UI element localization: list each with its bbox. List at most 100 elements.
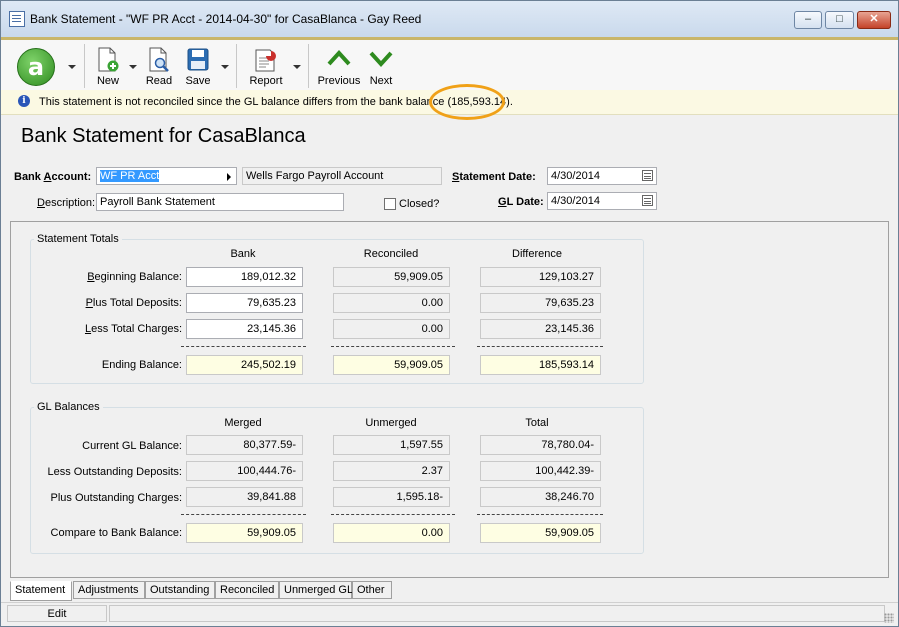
outstanding-deposits-total: 100,442.39- (480, 461, 601, 481)
statement-totals-title: Statement Totals (34, 233, 122, 245)
chevron-up-icon (327, 50, 351, 66)
ending-balance-difference: 185,593.14 (480, 355, 601, 375)
toolbar-separator (236, 44, 237, 88)
highlight-annotation-circle (429, 84, 505, 120)
info-icon: i (18, 95, 30, 107)
read-button[interactable]: Read (141, 44, 177, 90)
bank-account-value: WF PR Acct (100, 170, 160, 182)
bank-account-combo[interactable]: WF PR Acct (96, 167, 237, 185)
ending-balance-bank: 245,502.19 (186, 355, 303, 375)
gl-date-input[interactable]: 4/30/2014 (547, 192, 657, 210)
row-label-outstanding-deposits: Less Outstanding Deposits: (47, 466, 182, 478)
next-button-label: Next (369, 75, 393, 87)
save-menu-chevron-down-icon[interactable] (221, 65, 229, 69)
total-deposits-reconciled: 0.00 (333, 293, 450, 313)
ending-balance-reconciled: 59,909.05 (333, 355, 450, 375)
outstanding-deposits-unmerged: 2.37 (333, 461, 450, 481)
compare-merged: 59,909.05 (186, 523, 303, 543)
total-deposits-difference: 79,635.23 (480, 293, 601, 313)
next-button[interactable]: Next (364, 44, 398, 90)
previous-button-label: Previous (317, 75, 361, 87)
total-divider (477, 514, 603, 515)
previous-button[interactable]: Previous (316, 44, 362, 90)
new-document-icon (98, 47, 119, 72)
toolbar: a New Read Save Report Previous Next (1, 37, 898, 93)
tab-unmerged-gl[interactable]: Unmerged GL (279, 581, 353, 599)
total-deposits-bank-input[interactable]: 79,635.23 (186, 293, 303, 313)
column-header: Merged (224, 417, 262, 429)
total-divider (331, 514, 455, 515)
bank-account-name-field: Wells Fargo Payroll Account (242, 167, 442, 185)
tab-statement[interactable]: Statement (10, 581, 72, 601)
closed-checkbox[interactable] (384, 198, 396, 210)
total-divider (477, 346, 603, 347)
report-menu-chevron-down-icon[interactable] (293, 65, 301, 69)
close-button[interactable]: ✕ (857, 11, 891, 29)
description-input[interactable]: Payroll Bank Statement (96, 193, 344, 211)
page-title: Bank Statement for CasaBlanca (21, 125, 306, 147)
tab-adjustments[interactable]: Adjustments (73, 581, 145, 599)
combo-arrow-icon[interactable] (227, 173, 231, 181)
row-label-total-charges: Less Total Charges: (84, 323, 182, 335)
status-message-cell (109, 605, 885, 622)
statement-date-input[interactable]: 4/30/2014 (547, 167, 657, 185)
calendar-icon[interactable] (642, 170, 653, 181)
column-header: Bank (230, 248, 256, 260)
app-window-icon (9, 11, 25, 27)
save-floppy-icon (187, 48, 209, 71)
closed-label: Closed? (399, 198, 440, 210)
title-bar[interactable]: Bank Statement - "WF PR Acct - 2014-04-3… (1, 1, 898, 37)
status-mode: Edit (7, 605, 107, 622)
total-divider (331, 346, 455, 347)
chevron-down-icon (369, 51, 393, 67)
calendar-icon[interactable] (642, 195, 653, 206)
tab-reconciled[interactable]: Reconciled (215, 581, 279, 599)
outstanding-deposits-merged: 100,444.76- (186, 461, 303, 481)
compare-unmerged: 0.00 (333, 523, 450, 543)
row-label-ending-balance: Ending Balance: (101, 359, 182, 371)
row-label-outstanding-charges: Plus Outstanding Charges: (50, 492, 182, 504)
compare-total: 59,909.05 (480, 523, 601, 543)
beginning-balance-difference: 129,103.27 (480, 267, 601, 287)
row-label-compare-bank-balance: Compare to Bank Balance: (50, 527, 182, 539)
new-button[interactable]: New (91, 44, 125, 90)
outstanding-charges-merged: 39,841.88 (186, 487, 303, 507)
new-menu-chevron-down-icon[interactable] (129, 65, 137, 69)
report-button-label: Report (249, 75, 283, 87)
resize-grip-icon[interactable] (884, 613, 894, 623)
bank-account-label: Bank Account: (14, 171, 92, 183)
column-header: Difference (512, 248, 562, 260)
total-divider (181, 514, 306, 515)
current-gl-total: 78,780.04- (480, 435, 601, 455)
tab-other[interactable]: Other (352, 581, 392, 599)
row-label-total-deposits: Plus Total Deposits: (85, 297, 182, 309)
report-icon (255, 49, 276, 72)
total-divider (181, 346, 306, 347)
column-header: Total (525, 417, 549, 429)
save-button-label: Save (185, 75, 211, 87)
tab-outstanding[interactable]: Outstanding (145, 581, 215, 599)
app-logo-icon[interactable]: a (17, 48, 55, 86)
row-label-beginning-balance: Beginning Balance: (87, 271, 182, 283)
window-title: Bank Statement - "WF PR Acct - 2014-04-3… (30, 12, 422, 26)
logo-menu-chevron-down-icon[interactable] (68, 65, 76, 69)
beginning-balance-reconciled: 59,909.05 (333, 267, 450, 287)
total-charges-reconciled: 0.00 (333, 319, 450, 339)
current-gl-merged: 80,377.59- (186, 435, 303, 455)
minimize-button[interactable]: – (794, 11, 822, 29)
description-label: Description: (37, 197, 96, 209)
beginning-balance-bank-input[interactable]: 189,012.32 (186, 267, 303, 287)
status-bar: Edit (1, 602, 898, 626)
outstanding-charges-total: 38,246.70 (480, 487, 601, 507)
total-charges-bank-input[interactable]: 23,145.36 (186, 319, 303, 339)
maximize-button[interactable]: □ (825, 11, 854, 29)
row-label-current-gl-balance: Current GL Balance: (82, 440, 182, 452)
toolbar-separator (84, 44, 85, 88)
report-button[interactable]: Report (245, 44, 287, 90)
gl-balances-title: GL Balances (34, 401, 103, 413)
read-button-label: Read (145, 75, 173, 87)
toolbar-separator (308, 44, 309, 88)
statement-tab-panel: Statement Totals Bank Reconciled Differe… (10, 221, 889, 578)
save-button[interactable]: Save (181, 44, 215, 90)
bank-statement-window: Bank Statement - "WF PR Acct - 2014-04-3… (0, 0, 899, 627)
